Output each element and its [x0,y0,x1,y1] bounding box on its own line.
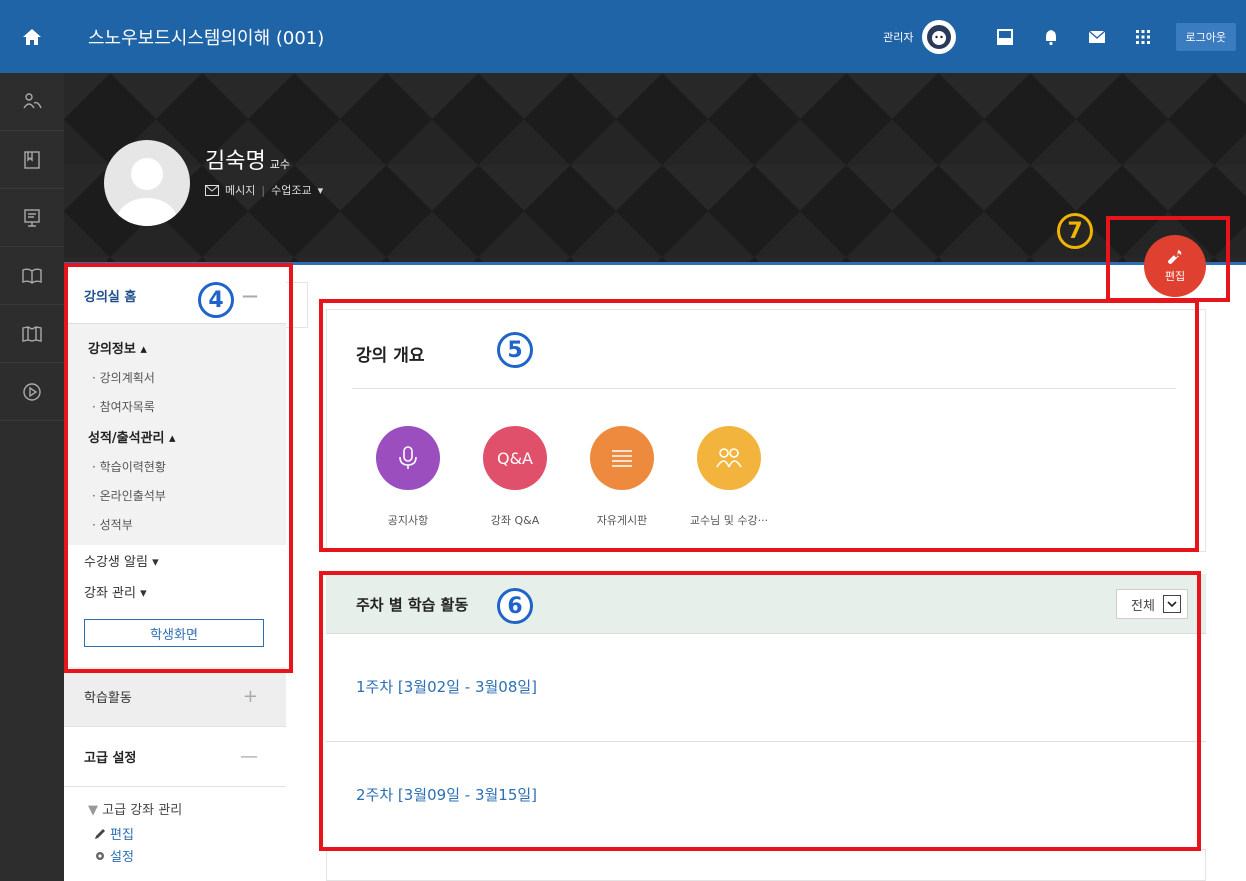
weekly-title: 주차 별 학습 활동 [356,596,469,614]
user-avatar[interactable] [921,19,956,54]
board-community[interactable]: 교수님 및 수강··· [674,426,784,528]
notebook-icon[interactable] [0,131,64,189]
assistant-dropdown[interactable]: 수업조교 [271,182,311,198]
play-circle-icon[interactable] [0,363,64,421]
profile-links: 메시지 | 수업조교 ▾ [205,182,323,198]
caret-up-icon: ▴ [140,342,147,357]
sidebar-item-history[interactable]: · 학습이력현황 [64,452,286,481]
weekly-header: 주차 별 학습 활동 전체 [326,574,1206,634]
pencil-icon [95,828,105,839]
people-icon[interactable] [0,73,64,131]
week-row: 2주차 [3월09일 - 3월15일] [326,742,1206,850]
caret-down-icon: ▾ [152,555,159,570]
sidebar-menu-group: 강의정보 ▴ · 강의계획서 · 참여자목록 성적/출석관리 ▴ · 학습이력현… [64,324,286,545]
gear-icon [96,851,104,860]
envelope-icon [205,184,219,196]
microphone-icon [376,426,440,490]
caret-down-icon: ▼ [88,803,98,818]
caret-down-icon: ▾ [317,183,324,197]
caret-up-icon: ▴ [169,431,176,446]
sidebar-grades[interactable]: 성적/출석관리 ▴ [64,421,286,452]
course-title[interactable]: 스노우보드시스템의이해 (001) [88,24,324,50]
tree-settings-link[interactable]: 설정 [94,846,286,865]
collapse-icon[interactable]: — [240,746,258,767]
callout-number: 7 [1057,213,1093,249]
divider: | [261,183,266,197]
admin-label[interactable]: 관리자 [883,29,913,45]
course-sidebar: 강의실 홈 — 강의정보 ▴ · 강의계획서 · 참여자목록 성적/출석관리 ▴… [64,268,286,881]
message-link[interactable]: 메시지 [225,182,255,198]
layout-icon[interactable] [982,28,1028,46]
callout-number: 4 [198,282,234,318]
sidebar-course-info[interactable]: 강의정보 ▴ [64,332,286,363]
sidebar-advanced[interactable]: 고급 설정 — [64,727,286,787]
people-icon [697,426,761,490]
week-row: 1주차 [3월02일 - 3월08일] [326,634,1206,742]
tree-edit-link[interactable]: 편집 [94,824,286,843]
tab-stub [286,282,308,328]
sidebar-notice[interactable]: 수강생 알림 ▾ [64,545,286,576]
book-icon[interactable] [0,247,64,305]
board-free[interactable]: 자유게시판 [567,426,677,528]
week-link[interactable]: 2주차 [3월09일 - 3월15일] [356,784,537,805]
board-notice[interactable]: 공지사항 [353,426,463,528]
divider [352,388,1176,389]
page: 스노우보드시스템의이해 (001) 관리자 로그아웃 김숙명 교수 메시지 | … [0,0,1246,881]
edit-button[interactable]: 편집 [1144,235,1206,297]
bell-icon[interactable] [1028,28,1074,46]
week-filter-select[interactable]: 전체 [1116,589,1188,619]
collapse-icon[interactable]: — [242,286,258,305]
overview-title: 강의 개요 [356,346,425,366]
callout-number: 6 [497,588,533,624]
sidebar-item-syllabus[interactable]: · 강의계획서 [64,363,286,392]
board-qa[interactable]: Q&A 강좌 Q&A [460,426,570,528]
expand-icon[interactable]: + [243,686,258,707]
qa-icon: Q&A [483,426,547,490]
presentation-icon[interactable] [0,189,64,247]
left-rail [0,0,64,881]
advanced-tree: ▼ 고급 강좌 관리 편집 설정 [64,787,286,865]
wrench-icon [1168,249,1182,264]
list-icon [590,426,654,490]
sidebar-home[interactable]: 강의실 홈 — [64,268,286,324]
professor-name: 김숙명 교수 [205,149,290,174]
sidebar-manage[interactable]: 강좌 관리 ▾ [64,576,286,607]
mail-icon[interactable] [1074,29,1120,44]
professor-role: 교수 [269,158,290,171]
callout-number: 5 [497,332,533,368]
profile-avatar [104,140,190,226]
map-book-icon[interactable] [0,305,64,363]
sidebar-activities[interactable]: 학습활동 + [64,667,286,727]
apps-grid-icon[interactable] [1120,29,1166,45]
chevron-down-icon [1163,595,1181,613]
tree-root[interactable]: ▼ 고급 강좌 관리 [88,799,286,818]
logout-button[interactable]: 로그아웃 [1175,22,1236,51]
sidebar-item-attendance[interactable]: · 온라인출석부 [64,481,286,510]
edit-label: 편집 [1164,269,1186,283]
student-view-button[interactable]: 학생화면 [84,619,264,647]
sidebar-item-gradebook[interactable]: · 성적부 [64,510,286,539]
top-bar: 스노우보드시스템의이해 (001) 관리자 로그아웃 [64,0,1246,73]
caret-down-icon: ▾ [140,586,147,601]
home-icon [23,28,41,45]
home-button[interactable] [0,0,64,73]
week-link[interactable]: 1주차 [3월02일 - 3월08일] [356,676,537,697]
sidebar-item-participants[interactable]: · 참여자목록 [64,392,286,421]
